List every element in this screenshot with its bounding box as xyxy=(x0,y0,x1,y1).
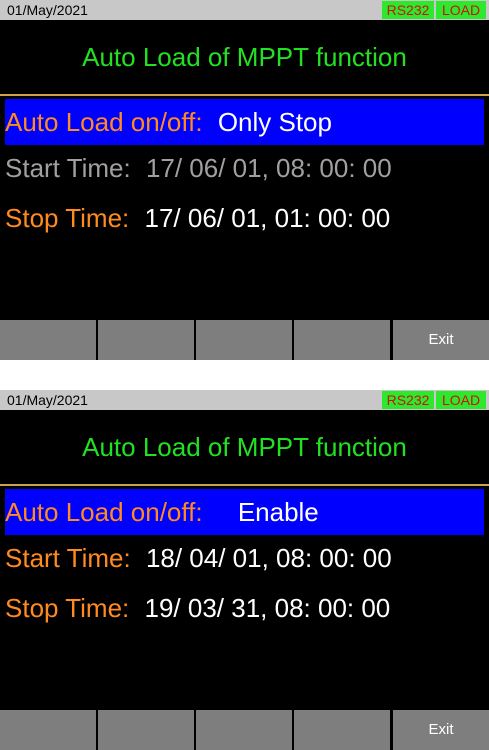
stop-time-value[interactable]: 17/ 06/ 01, 01: 00: 00 xyxy=(145,203,391,233)
softkey-f3[interactable] xyxy=(196,320,292,360)
load-badge: LOAD xyxy=(436,1,486,19)
status-bar: 01/May/2021 RS232 LOAD xyxy=(0,0,489,20)
softkey-f2[interactable] xyxy=(98,320,194,360)
status-date: 01/May/2021 xyxy=(7,2,88,18)
softkey-f4[interactable] xyxy=(294,710,390,750)
auto-load-value[interactable]: Enable xyxy=(238,497,319,527)
softkey-f1[interactable] xyxy=(0,710,96,750)
status-bar: 01/May/2021 RS232 LOAD xyxy=(0,390,489,410)
status-date: 01/May/2021 xyxy=(7,392,88,408)
auto-load-row[interactable]: Auto Load on/off: Only Stop xyxy=(5,99,484,145)
page-title: Auto Load of MPPT function xyxy=(0,410,489,486)
stop-time-label: Stop Time: xyxy=(5,203,130,233)
auto-load-label: Auto Load on/off: xyxy=(5,497,203,527)
stop-time-value[interactable]: 19/ 03/ 31, 08: 00: 00 xyxy=(145,593,391,623)
exit-button[interactable]: Exit xyxy=(393,320,489,360)
load-badge: LOAD xyxy=(436,391,486,409)
start-time-label: Start Time: xyxy=(5,153,131,183)
start-time-row[interactable]: Start Time: 18/ 04/ 01, 08: 00: 00 xyxy=(5,535,484,581)
exit-button[interactable]: Exit xyxy=(393,710,489,750)
stop-time-row[interactable]: Stop Time: 19/ 03/ 31, 08: 00: 00 xyxy=(5,585,484,631)
page-title: Auto Load of MPPT function xyxy=(0,20,489,96)
start-time-value[interactable]: 18/ 04/ 01, 08: 00: 00 xyxy=(146,543,392,573)
start-time-value[interactable]: 17/ 06/ 01, 08: 00: 00 xyxy=(146,153,392,183)
rs232-badge: RS232 xyxy=(382,1,434,19)
softkey-f3[interactable] xyxy=(196,710,292,750)
mppt-screen-1: 01/May/2021 RS232 LOAD Auto Load of MPPT… xyxy=(0,0,489,360)
auto-load-label: Auto Load on/off: xyxy=(5,107,203,137)
rs232-badge: RS232 xyxy=(382,391,434,409)
auto-load-row[interactable]: Auto Load on/off: Enable xyxy=(5,489,484,535)
softkey-f2[interactable] xyxy=(98,710,194,750)
softkey-bar: Exit xyxy=(0,710,489,750)
start-time-row[interactable]: Start Time: 17/ 06/ 01, 08: 00: 00 xyxy=(5,145,484,191)
stop-time-row[interactable]: Stop Time: 17/ 06/ 01, 01: 00: 00 xyxy=(5,195,484,241)
stop-time-label: Stop Time: xyxy=(5,593,130,623)
softkey-bar: Exit xyxy=(0,320,489,360)
mppt-screen-2: 01/May/2021 RS232 LOAD Auto Load of MPPT… xyxy=(0,390,489,750)
softkey-f4[interactable] xyxy=(294,320,390,360)
auto-load-value[interactable]: Only Stop xyxy=(218,107,332,137)
softkey-f1[interactable] xyxy=(0,320,96,360)
start-time-label: Start Time: xyxy=(5,543,131,573)
